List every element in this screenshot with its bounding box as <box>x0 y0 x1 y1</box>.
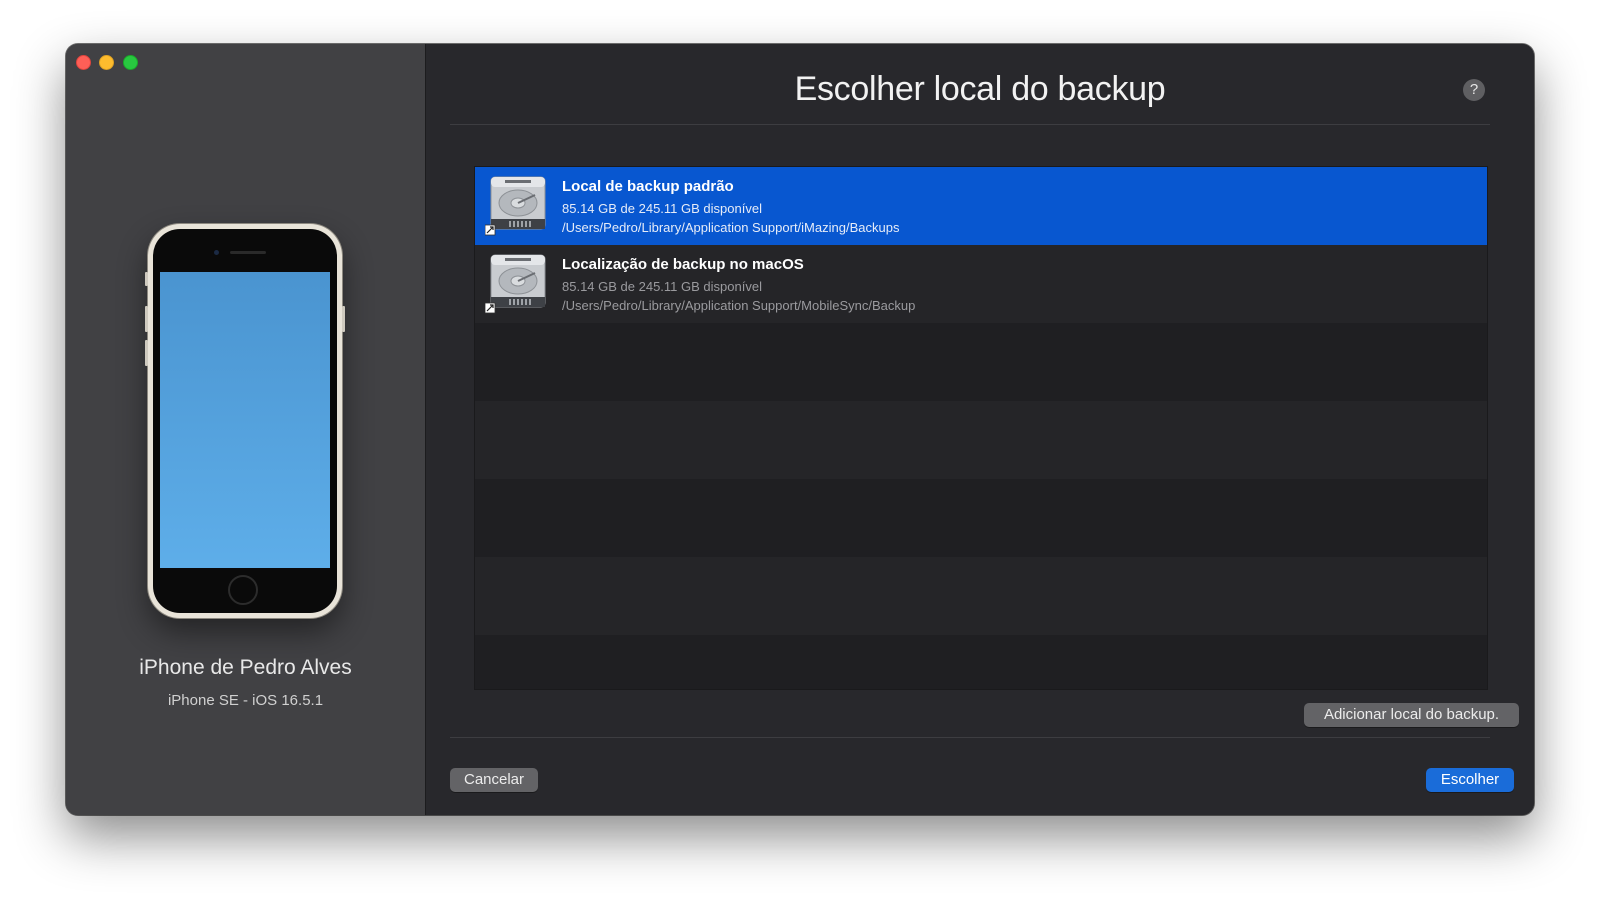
backup-location-window: iPhone de Pedro Alves iPhone SE - iOS 16… <box>66 44 1534 815</box>
location-title: Local de backup padrão <box>562 178 734 195</box>
close-window-button[interactable] <box>76 55 91 70</box>
location-title: Localização de backup no macOS <box>562 256 804 273</box>
location-space: 85.14 GB de 245.11 GB disponível <box>562 279 762 294</box>
phone-mute-switch <box>145 272 148 286</box>
phone-volume-up <box>145 306 148 332</box>
backup-location-list: Local de backup padrão 85.14 GB de 245.1… <box>474 166 1488 690</box>
empty-list-row <box>475 323 1487 401</box>
choose-button[interactable]: Escolher <box>1426 768 1514 792</box>
location-path: /Users/Pedro/Library/Application Support… <box>562 298 916 313</box>
device-name: iPhone de Pedro Alves <box>139 656 352 679</box>
header-divider <box>450 124 1490 125</box>
hard-drive-icon <box>485 254 546 314</box>
phone-camera <box>214 250 219 255</box>
phone-screen <box>160 272 330 568</box>
cancel-button[interactable]: Cancelar <box>450 768 538 792</box>
empty-list-row <box>475 557 1487 635</box>
footer-divider <box>450 737 1490 738</box>
empty-list-row <box>475 401 1487 479</box>
phone-power-button <box>342 306 345 332</box>
phone-speaker <box>230 251 266 254</box>
help-button[interactable]: ? <box>1463 79 1485 101</box>
minimize-window-button[interactable] <box>99 55 114 70</box>
dialog-title: Escolher local do backup <box>794 70 1166 108</box>
phone-front <box>153 229 337 613</box>
device-model: iPhone SE - iOS 16.5.1 <box>167 692 324 709</box>
maximize-window-button[interactable] <box>123 55 138 70</box>
empty-list-row <box>475 479 1487 557</box>
main-panel: Escolher local do backup ? Local de back… <box>426 44 1534 815</box>
location-path: /Users/Pedro/Library/Application Support… <box>562 220 900 235</box>
empty-list-row <box>475 635 1487 689</box>
hard-drive-icon <box>485 176 546 236</box>
phone-home-button <box>228 575 258 605</box>
phone-volume-down <box>145 340 148 366</box>
iphone-illustration <box>145 224 345 618</box>
backup-location-row[interactable]: Localização de backup no macOS 85.14 GB … <box>475 245 1487 323</box>
add-backup-location-button[interactable]: Adicionar local do backup. <box>1304 703 1519 727</box>
backup-location-row[interactable]: Local de backup padrão 85.14 GB de 245.1… <box>475 167 1487 245</box>
location-space: 85.14 GB de 245.11 GB disponível <box>562 201 762 216</box>
device-sidebar: iPhone de Pedro Alves iPhone SE - iOS 16… <box>66 44 426 815</box>
